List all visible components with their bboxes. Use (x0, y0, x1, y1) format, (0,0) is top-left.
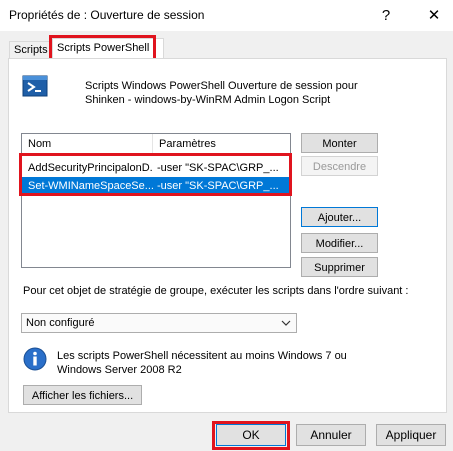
powershell-requirement-note: Les scripts PowerShell nécessitent au mo… (57, 349, 427, 377)
tab-powershell-scripts[interactable]: Scripts PowerShell (52, 38, 164, 60)
info-line-2: Windows Server 2008 R2 (57, 364, 182, 376)
list-header: Nom Paramètres (22, 134, 290, 155)
list-item-selected[interactable]: Set-WMINameSpaceSe... -user "SK-SPAC\GRP… (22, 177, 290, 195)
show-files-button[interactable]: Afficher les fichiers... (23, 385, 142, 405)
close-button[interactable]: ✕ (419, 0, 449, 31)
list-item-params: -user "SK-SPAC\GRP_... (157, 162, 279, 174)
script-description: Scripts Windows PowerShell Ouverture de … (85, 79, 385, 107)
ok-button[interactable]: OK (216, 424, 286, 446)
window-title: Propriétés de : Ouverture de session (9, 8, 205, 22)
move-up-button[interactable]: Monter (301, 133, 378, 153)
help-button[interactable]: ? (371, 0, 401, 31)
info-line-1: Les scripts PowerShell nécessitent au mo… (57, 350, 347, 362)
move-down-button[interactable]: Descendre (301, 156, 378, 176)
cancel-button[interactable]: Annuler (296, 424, 366, 446)
column-header-name[interactable]: Nom (22, 134, 153, 154)
execution-order-select[interactable]: Non configuré (21, 313, 297, 333)
powershell-icon (22, 75, 48, 97)
remove-button[interactable]: Supprimer (301, 257, 378, 277)
edit-button[interactable]: Modifier... (301, 233, 378, 253)
properties-dialog: Propriétés de : Ouverture de session ? ✕… (0, 0, 453, 451)
apply-button[interactable]: Appliquer (376, 424, 446, 446)
column-header-params[interactable]: Paramètres (153, 134, 290, 154)
description-line-2: Shinken - windows-by-WinRM Admin Logon S… (85, 94, 331, 106)
title-bar: Propriétés de : Ouverture de session ? ✕ (0, 0, 453, 31)
list-item[interactable]: AddSecurityPrincipalonD... -user "SK-SPA… (22, 159, 290, 177)
list-item-params: -user "SK-SPAC\GRP_... (157, 180, 279, 192)
tab-scripts[interactable]: Scripts (9, 41, 51, 59)
execution-order-label: Pour cet objet de stratégie de groupe, e… (23, 285, 409, 297)
scripts-list[interactable]: Nom Paramètres AddSecurityPrincipalonD..… (21, 133, 291, 268)
add-button[interactable]: Ajouter... (301, 207, 378, 227)
tab-panel: Scripts Windows PowerShell Ouverture de … (8, 58, 447, 413)
info-icon (23, 347, 47, 371)
list-item-name: AddSecurityPrincipalonD... (28, 162, 153, 174)
list-item-name: Set-WMINameSpaceSe... (28, 180, 153, 192)
execution-order-value: Non configuré (26, 317, 95, 329)
description-line-1: Scripts Windows PowerShell Ouverture de … (85, 80, 358, 92)
chevron-down-icon (281, 320, 291, 326)
